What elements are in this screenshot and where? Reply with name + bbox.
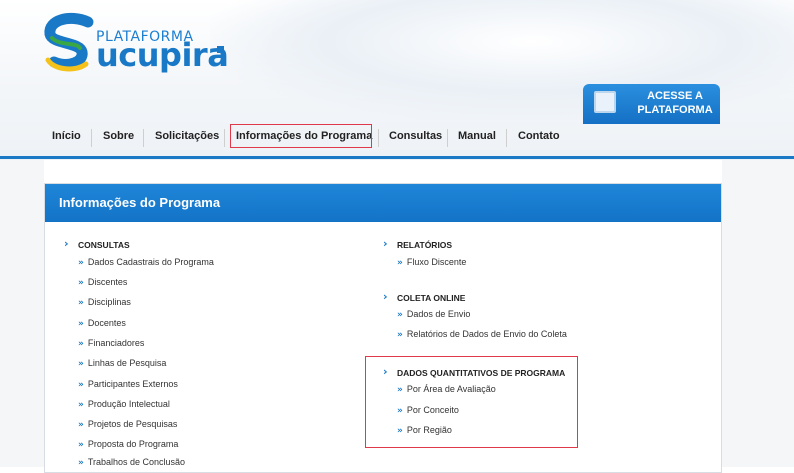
link-participantes-externos[interactable]: » Participantes Externos: [78, 379, 178, 390]
link-disciplinas[interactable]: » Disciplinas: [78, 297, 131, 308]
link-producao-intelectual[interactable]: » Produção Intelectual: [78, 399, 170, 410]
link-proposta-programa[interactable]: » Proposta do Programa: [78, 439, 178, 450]
double-chevron-icon: »: [397, 258, 403, 268]
section-title-consultas: CONSULTAS: [78, 240, 130, 250]
logo-text-ucupira: ucupira: [96, 36, 229, 74]
chevron-right-icon: ›: [383, 237, 388, 250]
link-financiadores[interactable]: » Financiadores: [78, 338, 144, 349]
monitor-icon: [594, 91, 616, 113]
double-chevron-icon: »: [78, 298, 84, 308]
nav-consultas[interactable]: Consultas: [389, 130, 442, 142]
access-platform-button[interactable]: ACESSE A PLATAFORMA: [583, 84, 720, 124]
panel-title: Informações do Programa: [59, 195, 221, 210]
nav-divider: [91, 129, 92, 147]
link-docentes[interactable]: » Docentes: [78, 318, 126, 329]
link-por-area-avaliacao[interactable]: » Por Área de Avaliação: [397, 384, 496, 395]
link-por-conceito[interactable]: » Por Conceito: [397, 405, 459, 416]
link-dados-envio[interactable]: » Dados de Envio: [397, 309, 470, 320]
logo-s-icon: [44, 13, 94, 72]
chevron-right-icon: ›: [64, 237, 69, 250]
link-fluxo-discente[interactable]: » Fluxo Discente: [397, 257, 466, 268]
nav-highlight-box: [230, 124, 372, 148]
access-platform-label: ACESSE A PLATAFORMA: [637, 90, 713, 116]
link-projetos-pesquisas[interactable]: » Projetos de Pesquisas: [78, 419, 177, 430]
nav-divider: [447, 129, 448, 147]
nav-sobre[interactable]: Sobre: [103, 130, 134, 142]
nav-divider: [143, 129, 144, 147]
link-relatorios-dados-envio[interactable]: » Relatórios de Dados de Envio do Coleta: [397, 329, 567, 340]
link-por-regiao[interactable]: » Por Região: [397, 425, 452, 436]
link-discentes[interactable]: » Discentes: [78, 277, 127, 288]
nav-divider: [378, 129, 379, 147]
double-chevron-icon: »: [78, 258, 84, 268]
header-rule: [0, 156, 794, 159]
nav-solicitacoes[interactable]: Solicitações: [155, 130, 219, 142]
panel-header: Informações do Programa: [45, 184, 721, 222]
chevron-right-icon: ›: [383, 290, 388, 303]
double-chevron-icon: »: [78, 339, 84, 349]
logo-dot: [217, 46, 224, 53]
page-gutter-left: [0, 160, 44, 467]
double-chevron-icon: »: [78, 278, 84, 288]
section-title-quantitativos: DADOS QUANTITATIVOS DE PROGRAMA: [397, 368, 566, 378]
double-chevron-icon: »: [78, 400, 84, 410]
nav-inicio[interactable]: Início: [52, 130, 81, 142]
double-chevron-icon: »: [397, 406, 403, 416]
section-title-coleta: COLETA ONLINE: [397, 293, 466, 303]
double-chevron-icon: »: [397, 426, 403, 436]
nav-contato[interactable]: Contato: [518, 130, 560, 142]
sucupira-logo[interactable]: PLATAFORMA ucupira: [40, 12, 280, 82]
double-chevron-icon: »: [78, 420, 84, 430]
link-dados-cadastrais[interactable]: » Dados Cadastrais do Programa: [78, 257, 214, 268]
double-chevron-icon: »: [397, 385, 403, 395]
main-nav: Início Sobre Solicitações Informações do…: [0, 124, 794, 154]
nav-divider: [224, 129, 225, 147]
nav-manual[interactable]: Manual: [458, 130, 496, 142]
double-chevron-icon: »: [397, 330, 403, 340]
page-gutter-right: [722, 160, 794, 467]
section-title-relatorios: RELATÓRIOS: [397, 240, 453, 250]
nav-divider: [506, 129, 507, 147]
double-chevron-icon: »: [397, 310, 403, 320]
double-chevron-icon: »: [78, 359, 84, 369]
double-chevron-icon: »: [78, 319, 84, 329]
link-trabalhos-conclusao[interactable]: » Trabalhos de Conclusão: [78, 457, 185, 468]
chevron-right-icon: ›: [383, 365, 388, 378]
double-chevron-icon: »: [78, 440, 84, 450]
link-linhas-pesquisa[interactable]: » Linhas de Pesquisa: [78, 358, 166, 369]
double-chevron-icon: »: [78, 380, 84, 390]
